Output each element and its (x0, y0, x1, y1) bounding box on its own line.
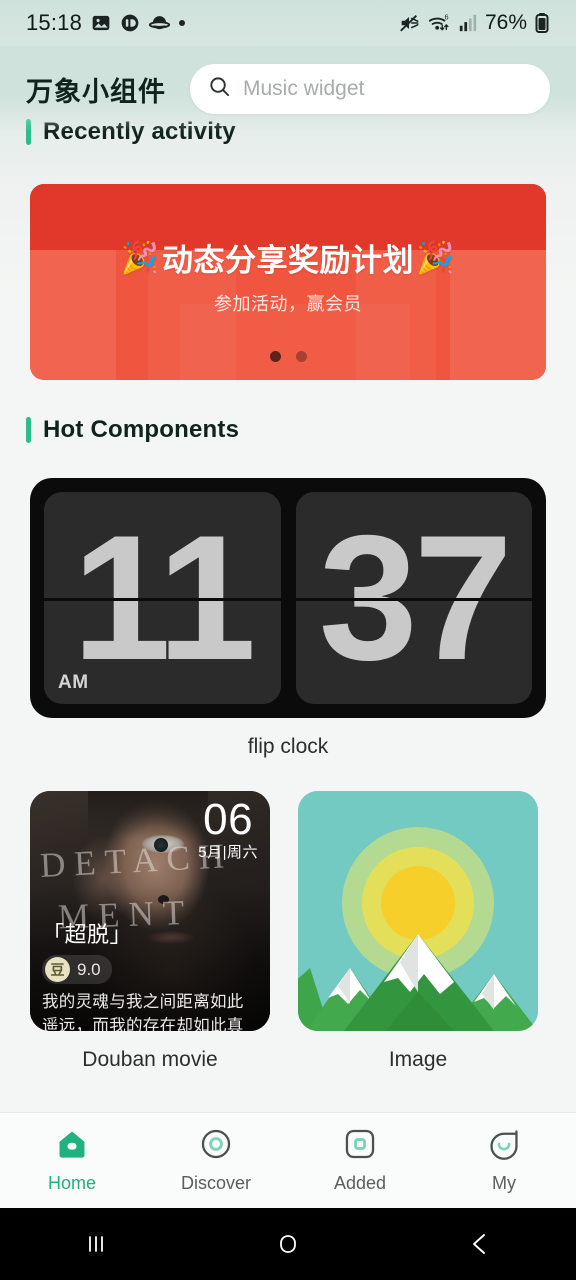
signal-icon (458, 13, 478, 33)
planet-icon (149, 13, 171, 34)
system-navigation-bar (0, 1208, 576, 1280)
widget-flip-clock[interactable]: 11 AM 37 flip clock (0, 478, 576, 759)
image-icon (91, 13, 111, 33)
banner-carousel[interactable]: 🎉 动态分享奖励计划 🎉 参加活动，赢会员 (0, 184, 576, 380)
tab-label-added: Added (333, 1173, 387, 1193)
mountains-illustration (298, 916, 538, 1031)
party-popper-icon-right: 🎉 (416, 239, 456, 275)
bottom-tab-bar: Home Discover Added My (0, 1112, 576, 1208)
section-title-hot-components: Hot Components (43, 416, 240, 443)
battery-icon (534, 12, 550, 34)
banner-dot-2[interactable] (295, 351, 307, 362)
wifi-6-icon: 6 (427, 12, 451, 34)
scroll-content: Recently activity 🎉 动态分享奖励计划 🎉 参加活动 (0, 0, 576, 1136)
section-hot-components: Hot Components (0, 416, 576, 444)
status-bar-left: 15:18 (26, 10, 186, 36)
tab-label-discover: Discover (180, 1173, 251, 1193)
svg-text:6: 6 (444, 12, 448, 21)
douban-logo-icon: 豆 (45, 957, 70, 982)
back-button[interactable] (384, 1230, 576, 1258)
widget-label-flip-clock: flip clock (247, 735, 329, 758)
flip-clock-hour-divider (44, 598, 281, 601)
party-popper-icon-left: 🎉 (120, 239, 160, 275)
douban-rating: 豆 9.0 (42, 955, 112, 984)
home-icon (55, 1127, 89, 1166)
banner-subtitle: 参加活动，赢会员 (214, 293, 362, 314)
phone-screen: Recently activity 🎉 动态分享奖励计划 🎉 参加活动 (0, 0, 576, 1280)
tab-discover[interactable]: Discover (144, 1127, 288, 1194)
banner-title: 动态分享奖励计划 (162, 242, 414, 278)
home-button[interactable] (192, 1229, 384, 1259)
douban-month-weekday: 5月|周六 (198, 844, 258, 862)
flip-clock-frame[interactable]: 11 AM 37 (30, 478, 546, 718)
profile-icon (487, 1127, 521, 1166)
app-notification-icon (120, 13, 140, 33)
banner-dot-1[interactable] (269, 351, 281, 362)
promo-banner[interactable]: 🎉 动态分享奖励计划 🎉 参加活动，赢会员 (30, 184, 546, 380)
compass-icon (199, 1127, 233, 1166)
status-bar-clock: 15:18 (26, 10, 83, 35)
mute-icon (398, 12, 420, 34)
widget-douban-movie[interactable]: DETACH MENT 06 5月|周六 「超脱」 豆 9.0 我的灵魂与我之间… (30, 791, 270, 1072)
flip-clock-hour-card: 11 AM (44, 492, 281, 704)
tab-home[interactable]: Home (0, 1127, 144, 1194)
banner-title-row: 🎉 动态分享奖励计划 🎉 (121, 235, 455, 280)
tab-label-home: Home (47, 1173, 96, 1193)
app-header: 万象小组件 Music widget (0, 46, 576, 132)
douban-movie-card[interactable]: DETACH MENT 06 5月|周六 「超脱」 豆 9.0 我的灵魂与我之间… (30, 791, 270, 1031)
widget-label-douban-movie: Douban movie (82, 1048, 218, 1071)
search-icon (208, 75, 231, 103)
recents-button[interactable] (0, 1231, 192, 1257)
section-accent-bar (26, 417, 31, 443)
battery-percent: 76% (484, 11, 527, 34)
douban-date-block: 06 5月|周六 (198, 795, 258, 862)
flip-clock-minute-divider (295, 598, 532, 601)
widget-label-image: Image (388, 1048, 448, 1071)
search-input-placeholder[interactable]: Music widget (243, 77, 364, 101)
tab-my[interactable]: My (432, 1127, 576, 1194)
status-bar-right: 6 76% (398, 11, 550, 35)
square-icon (343, 1127, 377, 1166)
image-widget-card[interactable] (298, 791, 538, 1031)
banner-pagination-dots[interactable] (30, 351, 546, 362)
search-bar[interactable]: Music widget (190, 64, 550, 114)
douban-rating-score: 9.0 (77, 959, 101, 979)
widget-image[interactable]: Image (298, 791, 538, 1072)
douban-quote: 我的灵魂与我之间距离如此遥远，而我的存在却如此真实。 (42, 993, 244, 1031)
douban-movie-title: 「超脱」 (42, 922, 133, 947)
douban-day: 06 (203, 795, 254, 844)
widget-grid: DETACH MENT 06 5月|周六 「超脱」 豆 9.0 我的灵魂与我之间… (0, 791, 576, 1072)
dot-icon (179, 20, 186, 26)
tab-label-my: My (492, 1173, 516, 1193)
status-bar: 15:18 6 76% (0, 0, 576, 46)
flip-clock-minute-card: 37 (295, 492, 532, 704)
tab-added[interactable]: Added (288, 1127, 432, 1194)
page-title: 万象小组件 (26, 76, 166, 108)
flip-clock-meridiem: AM (58, 672, 89, 693)
